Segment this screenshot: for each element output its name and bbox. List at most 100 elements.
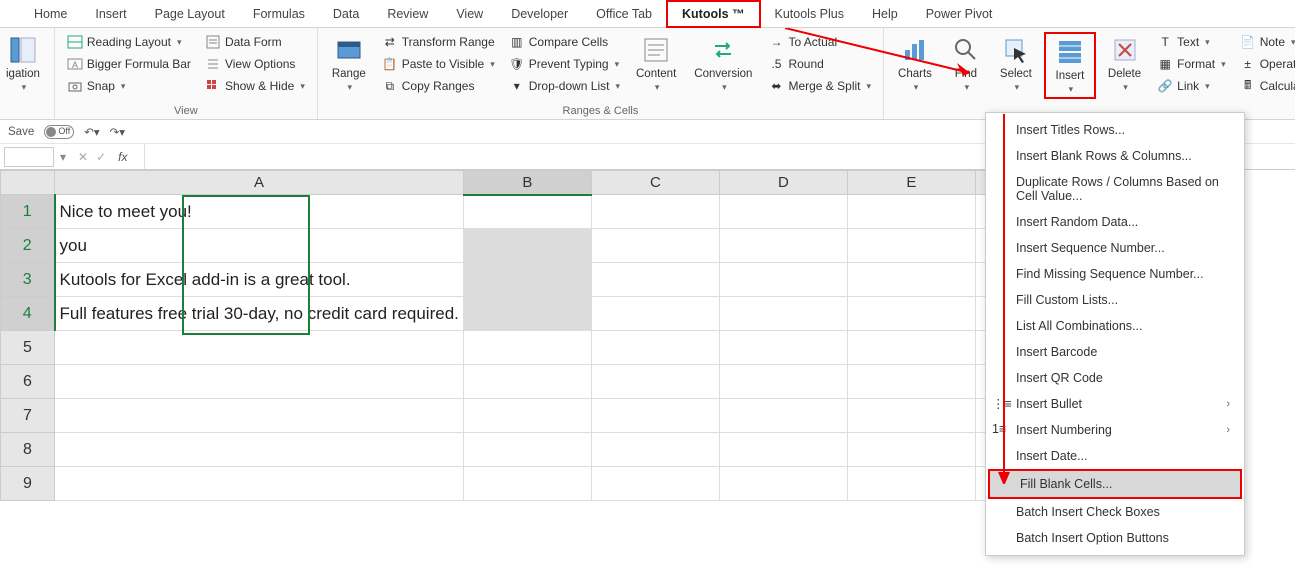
menu-insert-qr-code[interactable]: Insert QR Code [986, 365, 1244, 391]
range-button[interactable]: Range▾ [326, 32, 372, 95]
copy-ranges-button[interactable]: ⧉Copy Ranges [378, 76, 499, 96]
tab-data[interactable]: Data [319, 2, 373, 26]
cell-b4[interactable] [463, 297, 591, 331]
cell-b1[interactable] [463, 195, 591, 229]
tab-review[interactable]: Review [373, 2, 442, 26]
transform-range-button[interactable]: ⇄Transform Range [378, 32, 499, 52]
menu-batch-insert-option-buttons[interactable]: Batch Insert Option Buttons [986, 525, 1244, 551]
format-button[interactable]: ▦Format▾ [1153, 54, 1230, 74]
insert-dropdown-menu: Insert Titles Rows... Insert Blank Rows … [985, 112, 1245, 556]
menu-fill-custom-lists[interactable]: Fill Custom Lists... [986, 287, 1244, 313]
col-header-d[interactable]: D [719, 171, 847, 195]
view-group-label: View [63, 103, 309, 117]
tab-formulas[interactable]: Formulas [239, 2, 319, 26]
cell-a2[interactable]: you [55, 229, 464, 263]
operation-button[interactable]: ±Operation [1236, 54, 1295, 74]
menu-insert-blank-rows-cols[interactable]: Insert Blank Rows & Columns... [986, 143, 1244, 169]
ribbon-tabs: Home Insert Page Layout Formulas Data Re… [0, 0, 1295, 28]
prevent-typing-button[interactable]: 🛡Prevent Typing▾ [505, 54, 624, 74]
compare-icon: ▥ [509, 34, 525, 50]
row-header-2[interactable]: 2 [1, 229, 55, 263]
menu-insert-random-data[interactable]: Insert Random Data... [986, 209, 1244, 235]
fx-button[interactable]: fx [114, 150, 131, 164]
col-header-b[interactable]: B [463, 171, 591, 195]
menu-insert-titles-rows[interactable]: Insert Titles Rows... [986, 117, 1244, 143]
list-icon [205, 56, 221, 72]
row-header-7[interactable]: 7 [1, 399, 55, 433]
merge-split-button[interactable]: ⬌Merge & Split▾ [764, 76, 875, 96]
cell-a4[interactable]: Full features free trial 30-day, no cred… [55, 297, 464, 331]
paste-to-visible-button[interactable]: 📋Paste to Visible▾ [378, 54, 499, 74]
undo-button[interactable]: ↶▾ [84, 125, 99, 139]
col-header-e[interactable]: E [847, 171, 975, 195]
enter-icon[interactable]: ✓ [96, 150, 106, 164]
autosave-toggle[interactable]: Off [44, 125, 74, 139]
bigger-formula-bar-button[interactable]: ABigger Formula Bar [63, 54, 195, 74]
tab-insert[interactable]: Insert [81, 2, 140, 26]
redo-button[interactable]: ↷▾ [110, 125, 125, 139]
dropdown-list-button[interactable]: ▾Drop-down List▾ [505, 76, 624, 96]
menu-insert-numbering[interactable]: 1≡Insert Numbering› [986, 417, 1244, 443]
select-icon [1000, 34, 1032, 66]
note-button[interactable]: 📄Note▾ [1236, 32, 1295, 52]
row-header-6[interactable]: 6 [1, 365, 55, 399]
link-button[interactable]: 🔗Link▾ [1153, 76, 1230, 96]
copy-icon: ⧉ [382, 78, 398, 94]
row-header-9[interactable]: 9 [1, 467, 55, 501]
col-header-a[interactable]: A [55, 171, 464, 195]
format-icon: ▦ [1157, 56, 1173, 72]
row-header-5[interactable]: 5 [1, 331, 55, 365]
chart-icon [899, 34, 931, 66]
charts-button[interactable]: Charts▾ [892, 32, 938, 95]
menu-insert-barcode[interactable]: Insert Barcode [986, 339, 1244, 365]
cell-b2[interactable] [463, 229, 591, 263]
menu-list-all-combinations[interactable]: List All Combinations... [986, 313, 1244, 339]
select-button[interactable]: Select▾ [994, 32, 1038, 95]
tab-kutools-plus[interactable]: Kutools Plus [761, 2, 858, 26]
tab-kutools[interactable]: Kutools ™ [666, 0, 761, 28]
view-options-button[interactable]: View Options [201, 54, 309, 74]
find-button[interactable]: Find▾ [944, 32, 988, 95]
menu-insert-date[interactable]: Insert Date... [986, 443, 1244, 469]
tab-view[interactable]: View [442, 2, 497, 26]
cell-a1[interactable]: Nice to meet you! [55, 195, 464, 229]
tab-page-layout[interactable]: Page Layout [141, 2, 239, 26]
text-button[interactable]: TText▾ [1153, 32, 1230, 52]
navigation-button[interactable]: igation ▾ [0, 32, 46, 95]
row-header-3[interactable]: 3 [1, 263, 55, 297]
name-box[interactable] [4, 147, 54, 167]
menu-insert-sequence-number[interactable]: Insert Sequence Number... [986, 235, 1244, 261]
data-form-button[interactable]: Data Form [201, 32, 309, 52]
tab-office-tab[interactable]: Office Tab [582, 2, 666, 26]
menu-duplicate-rows-cols[interactable]: Duplicate Rows / Columns Based on Cell V… [986, 169, 1244, 209]
cell-b3[interactable] [463, 263, 591, 297]
compare-cells-button[interactable]: ▥Compare Cells [505, 32, 624, 52]
calculator-button[interactable]: 🖩Calculator [1236, 76, 1295, 96]
menu-fill-blank-cells[interactable]: Fill Blank Cells... [990, 471, 1240, 497]
row-header-8[interactable]: 8 [1, 433, 55, 467]
content-button[interactable]: Content▾ [630, 32, 682, 95]
tab-power-pivot[interactable]: Power Pivot [912, 2, 1007, 26]
cell-a3[interactable]: Kutools for Excel add-in is a great tool… [55, 263, 464, 297]
insert-button[interactable]: Insert▾ [1048, 34, 1092, 97]
snap-button[interactable]: Snap▾ [63, 76, 195, 96]
menu-batch-insert-check-boxes[interactable]: Batch Insert Check Boxes [986, 499, 1244, 525]
cancel-icon[interactable]: ✕ [78, 150, 88, 164]
conversion-button[interactable]: Conversion▾ [688, 32, 758, 95]
tab-developer[interactable]: Developer [497, 2, 582, 26]
find-icon [950, 34, 982, 66]
operation-icon: ± [1240, 56, 1256, 72]
col-header-c[interactable]: C [591, 171, 719, 195]
tab-help[interactable]: Help [858, 2, 912, 26]
to-actual-button[interactable]: →To Actual [764, 32, 875, 52]
tab-home[interactable]: Home [20, 2, 81, 26]
row-header-1[interactable]: 1 [1, 195, 55, 229]
round-button[interactable]: .5Round [764, 54, 875, 74]
menu-find-missing-sequence[interactable]: Find Missing Sequence Number... [986, 261, 1244, 287]
reading-layout-button[interactable]: Reading Layout▾ [63, 32, 195, 52]
menu-insert-bullet[interactable]: ⋮≡Insert Bullet› [986, 391, 1244, 417]
delete-button[interactable]: Delete▾ [1102, 32, 1147, 95]
select-all-corner[interactable] [1, 171, 55, 195]
show-hide-button[interactable]: Show & Hide▾ [201, 76, 309, 96]
row-header-4[interactable]: 4 [1, 297, 55, 331]
